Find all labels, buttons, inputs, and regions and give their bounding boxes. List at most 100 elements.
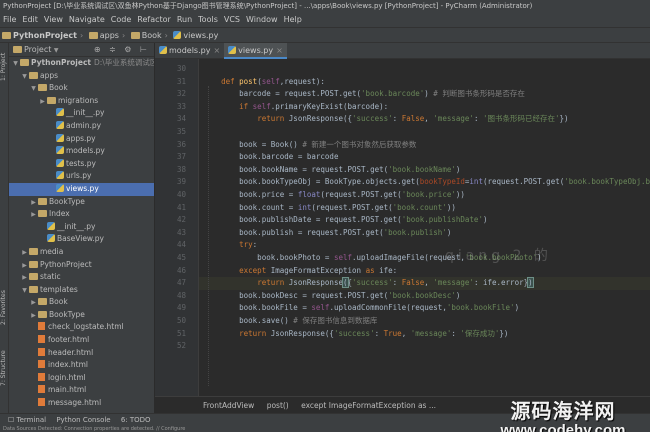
tree-item[interactable]: ▶ migrations xyxy=(9,95,154,108)
code-line[interactable]: return JsonResponse({'success': False, '… xyxy=(199,113,650,126)
collapse-arrow-icon[interactable]: ▶ xyxy=(29,209,38,222)
code-line[interactable] xyxy=(199,126,650,139)
tree-item[interactable]: ▶ Index xyxy=(9,208,154,221)
code-line[interactable]: if self.primaryKeyExist(barcode): xyxy=(199,101,650,114)
tree-item[interactable]: ▼ templates xyxy=(9,284,154,297)
code-line[interactable]: book.barcode = barcode xyxy=(199,151,650,164)
menu-vcs[interactable]: VCS xyxy=(221,12,243,27)
tree-item[interactable]: __init__.py xyxy=(9,221,154,234)
close-icon[interactable]: × xyxy=(276,46,283,55)
breadcrumb-project[interactable]: PythonProject xyxy=(0,28,79,43)
tree-item[interactable]: footer.html xyxy=(9,334,154,347)
code-line[interactable]: book.count = int(request.POST.get('book.… xyxy=(199,202,650,215)
tree-item[interactable]: admin.py xyxy=(9,120,154,133)
tree-item[interactable]: ▼ apps xyxy=(9,70,154,83)
expand-arrow-icon[interactable]: ▼ xyxy=(29,83,38,96)
tree-item[interactable]: ▶ Book xyxy=(9,296,154,309)
breadcrumb-file[interactable]: views.py xyxy=(171,28,220,43)
folder-icon xyxy=(29,273,38,281)
tree-item[interactable]: apps.py xyxy=(9,133,154,146)
tree-item[interactable]: urls.py xyxy=(9,170,154,183)
code-line[interactable]: try: xyxy=(199,239,650,252)
code-line[interactable]: book.publishDate = request.POST.get('boo… xyxy=(199,214,650,227)
collapse-arrow-icon[interactable]: ▶ xyxy=(20,247,29,260)
code-line[interactable] xyxy=(199,63,650,76)
expand-arrow-icon[interactable]: ▼ xyxy=(20,285,29,298)
project-panel-title[interactable]: Project xyxy=(24,45,51,54)
menu-navigate[interactable]: Navigate xyxy=(66,12,108,27)
chevron-down-icon[interactable]: ▼ xyxy=(54,47,59,54)
tab-models-py[interactable]: models.py × xyxy=(155,43,224,59)
menu-file[interactable]: File xyxy=(0,12,19,27)
collapse-arrow-icon[interactable]: ▶ xyxy=(20,272,29,285)
breadcrumb-book[interactable]: Book xyxy=(129,28,164,43)
collapse-arrow-icon[interactable]: ▶ xyxy=(38,96,47,109)
favorites-tool-tab[interactable]: 2: Favorites xyxy=(0,283,9,333)
code-editor[interactable]: def post(self,request): barcode = reques… xyxy=(199,59,650,396)
project-tool-tab[interactable]: 1: Project xyxy=(0,47,9,87)
code-line[interactable]: book.bookPhoto = self.uploadImageFile(re… xyxy=(199,252,650,265)
editor-crumb-method[interactable]: post() xyxy=(267,401,289,410)
code-line[interactable]: book.bookTypeObj = BookType.objects.get(… xyxy=(199,176,650,189)
editor-crumb-except[interactable]: except ImageFormatException as ... xyxy=(301,401,436,410)
tab-views-py[interactable]: views.py × xyxy=(224,43,287,59)
tree-item[interactable]: tests.py xyxy=(9,158,154,171)
code-line[interactable]: book.price = float(request.POST.get('boo… xyxy=(199,189,650,202)
menu-view[interactable]: View xyxy=(41,12,66,27)
tree-item[interactable]: ▶ PythonProject xyxy=(9,259,154,272)
tree-item-label: migrations xyxy=(58,95,99,105)
menu-run[interactable]: Run xyxy=(174,12,195,27)
tree-item[interactable]: ▼ Book xyxy=(9,82,154,95)
code-line[interactable]: book.bookName = request.POST.get('book.b… xyxy=(199,164,650,177)
menu-tools[interactable]: Tools xyxy=(195,12,221,27)
tree-item[interactable]: __init__.py xyxy=(9,107,154,120)
code-line[interactable]: book.save() # 保存图书信息到数据库 xyxy=(199,315,650,328)
terminal-tool-button[interactable]: ☐ Terminal xyxy=(8,414,46,426)
tree-item[interactable]: BaseView.py xyxy=(9,233,154,246)
code-line[interactable]: book = Book() # 新建一个图书对象然后获取参数 xyxy=(199,139,650,152)
code-line[interactable]: return JsonResponse({'success': True, 'm… xyxy=(199,328,650,341)
python-console-tool-button[interactable]: Python Console xyxy=(56,414,110,426)
tree-item[interactable]: ▶ media xyxy=(9,246,154,259)
collapse-arrow-icon[interactable]: ▶ xyxy=(29,297,38,310)
code-line[interactable]: book.bookFile = self.uploadCommonFile(re… xyxy=(199,302,650,315)
editor-crumb-class[interactable]: FrontAddView xyxy=(203,401,254,410)
expand-arrow-icon[interactable]: ▼ xyxy=(11,58,20,71)
close-icon[interactable]: × xyxy=(213,46,220,55)
tree-item[interactable]: login.html xyxy=(9,372,154,385)
menu-code[interactable]: Code xyxy=(108,12,134,27)
tree-item[interactable]: index.html xyxy=(9,359,154,372)
code-line[interactable]: book.bookDesc = request.POST.get('book.b… xyxy=(199,290,650,303)
breadcrumb-apps[interactable]: apps xyxy=(87,28,121,43)
line-number: 40 xyxy=(176,190,186,199)
tree-item[interactable]: ▶ BookType xyxy=(9,196,154,209)
menu-window[interactable]: Window xyxy=(243,12,281,27)
code-line[interactable]: book.publish = request.POST.get('book.pu… xyxy=(199,227,650,240)
todo-tool-button[interactable]: 6: TODO xyxy=(121,414,151,426)
tree-item[interactable]: check_logstate.html xyxy=(9,321,154,334)
code-line[interactable] xyxy=(199,340,650,353)
status-message[interactable]: Data Sources Detected: Connection proper… xyxy=(3,426,185,432)
menu-refactor[interactable]: Refactor xyxy=(134,12,174,27)
tree-item[interactable]: ▼ PythonProject D:\毕业系统调试区\ xyxy=(9,57,154,70)
expand-arrow-icon[interactable]: ▼ xyxy=(20,71,29,84)
menu-help[interactable]: Help xyxy=(281,12,305,27)
code-line[interactable]: def post(self,request): xyxy=(199,76,650,89)
code-line[interactable]: except ImageFormatException as ife: xyxy=(199,265,650,278)
tree-item[interactable]: models.py xyxy=(9,145,154,158)
line-number-gutter[interactable]: 30 31 32 33 34 35 36 37 38 39 40 41 42 43 44 45 46 47 48 49… xyxy=(155,59,199,396)
folder-icon xyxy=(38,298,47,306)
tree-item[interactable]: ▶ static xyxy=(9,271,154,284)
tree-item[interactable]: ▶ BookType xyxy=(9,309,154,322)
tree-item-label: media xyxy=(40,246,64,256)
tree-item[interactable]: header.html xyxy=(9,347,154,360)
code-line[interactable]: return JsonResponse({'success': False, '… xyxy=(199,277,650,290)
menu-edit[interactable]: Edit xyxy=(19,12,41,27)
code-line[interactable]: barcode = request.POST.get('book.barcode… xyxy=(199,88,650,101)
structure-tool-tab[interactable]: 7: Structure xyxy=(0,343,9,393)
tree-item[interactable]: main.html xyxy=(9,384,154,397)
tree-item[interactable]: message.html xyxy=(9,397,154,410)
project-panel-tools[interactable]: ⊕ ≑ ⚙ ⊢ xyxy=(94,43,150,57)
tree-item-label: index.html xyxy=(48,360,88,370)
tree-item[interactable]: views.py xyxy=(9,182,154,196)
